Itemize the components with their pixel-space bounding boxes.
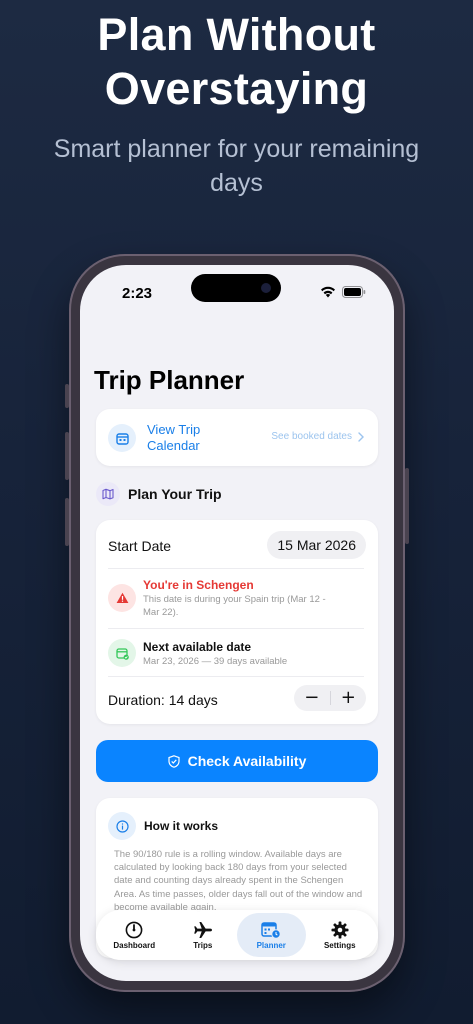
increase-duration-button[interactable]: + bbox=[331, 685, 367, 711]
see-booked-dates-label: See booked dates bbox=[271, 431, 352, 442]
plan-your-trip-title: Plan Your Trip bbox=[128, 486, 222, 502]
duration-stepper: − + bbox=[294, 685, 366, 711]
tab-planner[interactable]: Planner bbox=[237, 913, 306, 957]
tab-trips[interactable]: Trips bbox=[169, 913, 238, 957]
hero-subtitle: Smart planner for your remaining days bbox=[53, 135, 420, 197]
phone-screen: 2:23 Trip Planner View Trip Calendar See… bbox=[80, 265, 394, 981]
phone-volume-down-button bbox=[65, 498, 69, 546]
calendar-clock-icon bbox=[261, 921, 281, 939]
check-availability-label: Check Availability bbox=[187, 753, 307, 769]
view-calendar-card[interactable]: View Trip Calendar See booked dates bbox=[96, 409, 378, 466]
calendar-icon-circle bbox=[108, 424, 136, 452]
divider bbox=[108, 676, 364, 677]
see-booked-dates[interactable]: See booked dates bbox=[271, 431, 364, 442]
tab-planner-label: Planner bbox=[256, 940, 286, 950]
chevron-right-icon bbox=[358, 431, 364, 442]
gear-icon bbox=[331, 921, 349, 938]
divider bbox=[108, 568, 364, 569]
duration-label: Duration: 14 days bbox=[108, 692, 218, 708]
info-icon-circle bbox=[108, 812, 136, 840]
schengen-warning-title: You're in Schengen bbox=[143, 578, 254, 592]
next-available-title: Next available date bbox=[143, 640, 252, 654]
gauge-icon bbox=[125, 921, 143, 938]
check-availability-button[interactable]: Check Availability bbox=[96, 740, 378, 782]
start-date-picker[interactable]: 15 Mar 2026 bbox=[267, 531, 366, 559]
plan-your-trip-header: Plan Your Trip bbox=[96, 482, 222, 506]
tab-settings-label: Settings bbox=[323, 940, 356, 950]
tab-dashboard[interactable]: Dashboard bbox=[100, 913, 169, 957]
status-time: 2:23 bbox=[122, 285, 153, 302]
view-trip-calendar-link[interactable]: View Trip Calendar bbox=[147, 422, 227, 454]
warning-icon-circle bbox=[108, 584, 136, 612]
calendar-icon bbox=[115, 432, 129, 445]
phone-action-button bbox=[65, 384, 69, 408]
shield-check-icon bbox=[167, 754, 180, 768]
phone-power-button bbox=[405, 468, 409, 544]
phone-frame: 2:23 Trip Planner View Trip Calendar See… bbox=[65, 254, 409, 992]
tab-trips-label: Trips bbox=[193, 940, 213, 950]
phone-volume-up-button bbox=[65, 432, 69, 480]
tab-bar: Dashboard Trips Planner Settings bbox=[96, 910, 378, 960]
tab-settings[interactable]: Settings bbox=[306, 913, 375, 957]
how-it-works-title: How it works bbox=[144, 819, 219, 833]
hero-title-line2: Overstaying bbox=[104, 63, 369, 114]
hero-title: Plan Without Overstaying bbox=[0, 8, 473, 116]
schengen-warning-text: This date is during your Spain trip (Mar… bbox=[143, 594, 326, 618]
wifi-icon bbox=[321, 286, 335, 298]
hero-title-line1: Plan Without bbox=[97, 9, 376, 60]
battery-icon bbox=[342, 286, 366, 298]
airplane-icon bbox=[193, 921, 212, 938]
info-icon bbox=[115, 819, 129, 833]
start-date-label: Start Date bbox=[108, 538, 172, 554]
how-it-works-text: The 90/180 rule is a rolling window. Ava… bbox=[114, 849, 363, 913]
tab-dashboard-label: Dashboard bbox=[113, 940, 156, 950]
next-available-text: Mar 23, 2026 — 39 days available bbox=[143, 656, 288, 667]
map-icon bbox=[102, 488, 114, 500]
calendar-check-icon bbox=[115, 647, 129, 660]
divider bbox=[108, 628, 364, 629]
status-icons bbox=[320, 286, 366, 298]
warning-icon bbox=[116, 592, 128, 603]
available-date-icon-circle bbox=[108, 639, 136, 667]
dynamic-island bbox=[191, 274, 281, 302]
decrease-duration-button[interactable]: − bbox=[294, 685, 330, 711]
map-icon-circle bbox=[96, 482, 120, 506]
camera-icon bbox=[261, 283, 271, 293]
page-title: Trip Planner bbox=[94, 365, 245, 395]
plan-card: Start Date 15 Mar 2026 You're in Schenge… bbox=[96, 520, 378, 724]
